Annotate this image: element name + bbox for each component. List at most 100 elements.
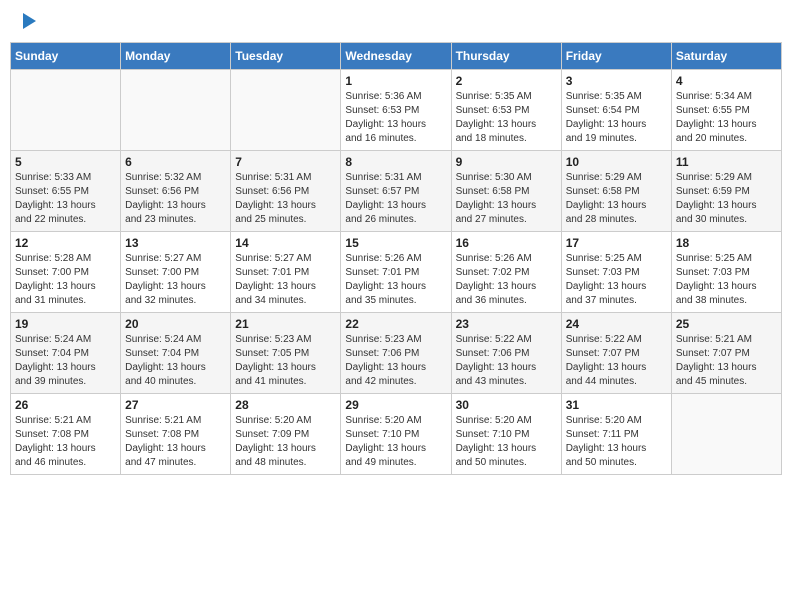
day-info: Sunrise: 5:36 AM Sunset: 6:53 PM Dayligh… [345, 90, 446, 146]
day-info: Sunrise: 5:20 AM Sunset: 7:09 PM Dayligh… [235, 414, 336, 470]
day-info: Sunrise: 5:20 AM Sunset: 7:10 PM Dayligh… [456, 414, 557, 470]
week-row-1: 1 Sunrise: 5:36 AM Sunset: 6:53 PM Daylig… [11, 70, 782, 151]
dow-header-thursday: Thursday [451, 43, 561, 70]
day-info: Sunrise: 5:27 AM Sunset: 7:00 PM Dayligh… [125, 252, 226, 308]
day-info: Sunrise: 5:25 AM Sunset: 7:03 PM Dayligh… [566, 252, 667, 308]
day-info: Sunrise: 5:26 AM Sunset: 7:02 PM Dayligh… [456, 252, 557, 308]
day-info: Sunrise: 5:21 AM Sunset: 7:08 PM Dayligh… [15, 414, 116, 470]
day-info: Sunrise: 5:35 AM Sunset: 6:54 PM Dayligh… [566, 90, 667, 146]
day-info: Sunrise: 5:34 AM Sunset: 6:55 PM Dayligh… [676, 90, 777, 146]
day-cell-16: 16 Sunrise: 5:26 AM Sunset: 7:02 PM Dayli… [451, 232, 561, 313]
day-number: 24 [566, 317, 667, 331]
day-number: 22 [345, 317, 446, 331]
day-cell-5: 5 Sunrise: 5:33 AM Sunset: 6:55 PM Daylig… [11, 151, 121, 232]
day-number: 6 [125, 155, 226, 169]
day-number: 12 [15, 236, 116, 250]
day-number: 26 [15, 398, 116, 412]
day-number: 21 [235, 317, 336, 331]
day-cell-12: 12 Sunrise: 5:28 AM Sunset: 7:00 PM Dayli… [11, 232, 121, 313]
day-info: Sunrise: 5:21 AM Sunset: 7:07 PM Dayligh… [676, 333, 777, 389]
day-cell-3: 3 Sunrise: 5:35 AM Sunset: 6:54 PM Daylig… [561, 70, 671, 151]
day-number: 8 [345, 155, 446, 169]
week-row-5: 26 Sunrise: 5:21 AM Sunset: 7:08 PM Dayli… [11, 394, 782, 475]
day-cell-27: 27 Sunrise: 5:21 AM Sunset: 7:08 PM Dayli… [121, 394, 231, 475]
day-cell-6: 6Sunrise: 5:32 AM Sunset: 6:56 PM Daylig… [121, 151, 231, 232]
calendar-table: SundayMondayTuesdayWednesdayThursdayFrid… [10, 42, 782, 475]
day-cell-21: 21 Sunrise: 5:23 AM Sunset: 7:05 PM Dayli… [231, 313, 341, 394]
day-cell-empty [671, 394, 781, 475]
day-number: 2 [456, 74, 557, 88]
page-header [10, 10, 782, 32]
day-cell-18: 18 Sunrise: 5:25 AM Sunset: 7:03 PM Dayli… [671, 232, 781, 313]
dow-header-saturday: Saturday [671, 43, 781, 70]
day-cell-2: 2 Sunrise: 5:35 AM Sunset: 6:53 PM Daylig… [451, 70, 561, 151]
day-cell-empty [121, 70, 231, 151]
day-number: 14 [235, 236, 336, 250]
day-info: Sunrise: 5:22 AM Sunset: 7:07 PM Dayligh… [566, 333, 667, 389]
day-cell-22: 22 Sunrise: 5:23 AM Sunset: 7:06 PM Dayli… [341, 313, 451, 394]
day-number: 3 [566, 74, 667, 88]
day-info: Sunrise: 5:35 AM Sunset: 6:53 PM Dayligh… [456, 90, 557, 146]
day-number: 18 [676, 236, 777, 250]
day-cell-14: 14 Sunrise: 5:27 AM Sunset: 7:01 PM Dayli… [231, 232, 341, 313]
day-number: 19 [15, 317, 116, 331]
day-info: Sunrise: 5:25 AM Sunset: 7:03 PM Dayligh… [676, 252, 777, 308]
day-info: Sunrise: 5:29 AM Sunset: 6:59 PM Dayligh… [676, 171, 777, 227]
dow-header-monday: Monday [121, 43, 231, 70]
day-number: 20 [125, 317, 226, 331]
day-number: 13 [125, 236, 226, 250]
day-info: Sunrise: 5:31 AM Sunset: 6:56 PM Dayligh… [235, 171, 336, 227]
day-info: Sunrise: 5:33 AM Sunset: 6:55 PM Dayligh… [15, 171, 116, 227]
day-cell-23: 23 Sunrise: 5:22 AM Sunset: 7:06 PM Dayli… [451, 313, 561, 394]
dow-header-wednesday: Wednesday [341, 43, 451, 70]
day-cell-26: 26 Sunrise: 5:21 AM Sunset: 7:08 PM Dayli… [11, 394, 121, 475]
week-row-2: 5 Sunrise: 5:33 AM Sunset: 6:55 PM Daylig… [11, 151, 782, 232]
week-row-3: 12 Sunrise: 5:28 AM Sunset: 7:00 PM Dayli… [11, 232, 782, 313]
day-number: 16 [456, 236, 557, 250]
logo [20, 15, 36, 27]
day-info: Sunrise: 5:20 AM Sunset: 7:11 PM Dayligh… [566, 414, 667, 470]
day-number: 15 [345, 236, 446, 250]
day-cell-28: 28 Sunrise: 5:20 AM Sunset: 7:09 PM Dayli… [231, 394, 341, 475]
day-info: Sunrise: 5:27 AM Sunset: 7:01 PM Dayligh… [235, 252, 336, 308]
days-of-week-row: SundayMondayTuesdayWednesdayThursdayFrid… [11, 43, 782, 70]
day-cell-17: 17 Sunrise: 5:25 AM Sunset: 7:03 PM Dayli… [561, 232, 671, 313]
day-info: Sunrise: 5:31 AM Sunset: 6:57 PM Dayligh… [345, 171, 446, 227]
day-number: 9 [456, 155, 557, 169]
day-number: 25 [676, 317, 777, 331]
day-info: Sunrise: 5:29 AM Sunset: 6:58 PM Dayligh… [566, 171, 667, 227]
day-cell-7: 7 Sunrise: 5:31 AM Sunset: 6:56 PM Daylig… [231, 151, 341, 232]
day-cell-25: 25 Sunrise: 5:21 AM Sunset: 7:07 PM Dayli… [671, 313, 781, 394]
day-info: Sunrise: 5:24 AM Sunset: 7:04 PM Dayligh… [15, 333, 116, 389]
day-info: Sunrise: 5:28 AM Sunset: 7:00 PM Dayligh… [15, 252, 116, 308]
day-info: Sunrise: 5:22 AM Sunset: 7:06 PM Dayligh… [456, 333, 557, 389]
day-info: Sunrise: 5:20 AM Sunset: 7:10 PM Dayligh… [345, 414, 446, 470]
day-info: Sunrise: 5:24 AM Sunset: 7:04 PM Dayligh… [125, 333, 226, 389]
day-number: 23 [456, 317, 557, 331]
dow-header-tuesday: Tuesday [231, 43, 341, 70]
day-cell-15: 15 Sunrise: 5:26 AM Sunset: 7:01 PM Dayli… [341, 232, 451, 313]
day-cell-empty [231, 70, 341, 151]
day-number: 11 [676, 155, 777, 169]
day-info: Sunrise: 5:23 AM Sunset: 7:05 PM Dayligh… [235, 333, 336, 389]
day-cell-19: 19 Sunrise: 5:24 AM Sunset: 7:04 PM Dayli… [11, 313, 121, 394]
day-number: 7 [235, 155, 336, 169]
day-info: Sunrise: 5:21 AM Sunset: 7:08 PM Dayligh… [125, 414, 226, 470]
day-info: Sunrise: 5:23 AM Sunset: 7:06 PM Dayligh… [345, 333, 446, 389]
dow-header-sunday: Sunday [11, 43, 121, 70]
day-cell-13: 13 Sunrise: 5:27 AM Sunset: 7:00 PM Dayli… [121, 232, 231, 313]
day-number: 17 [566, 236, 667, 250]
day-cell-4: 4Sunrise: 5:34 AM Sunset: 6:55 PM Daylig… [671, 70, 781, 151]
day-number: 29 [345, 398, 446, 412]
day-info: Sunrise: 5:30 AM Sunset: 6:58 PM Dayligh… [456, 171, 557, 227]
day-cell-24: 24 Sunrise: 5:22 AM Sunset: 7:07 PM Dayli… [561, 313, 671, 394]
day-cell-20: 20 Sunrise: 5:24 AM Sunset: 7:04 PM Dayli… [121, 313, 231, 394]
day-number: 10 [566, 155, 667, 169]
day-number: 31 [566, 398, 667, 412]
day-number: 1 [345, 74, 446, 88]
day-number: 27 [125, 398, 226, 412]
day-info: Sunrise: 5:26 AM Sunset: 7:01 PM Dayligh… [345, 252, 446, 308]
day-number: 28 [235, 398, 336, 412]
dow-header-friday: Friday [561, 43, 671, 70]
day-number: 5 [15, 155, 116, 169]
